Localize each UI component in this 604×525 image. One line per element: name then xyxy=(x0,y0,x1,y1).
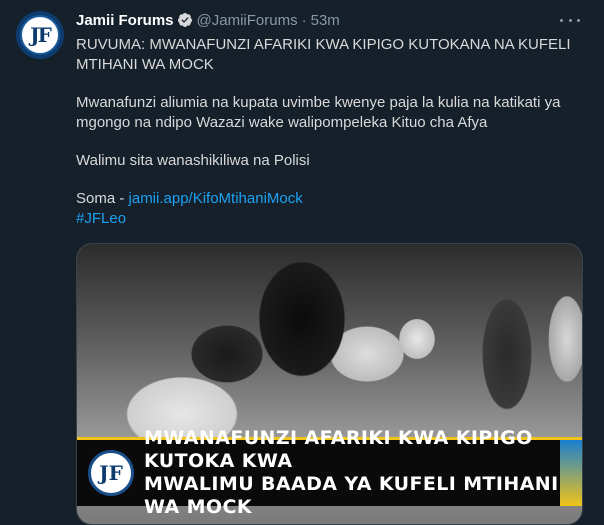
jamii-forums-logo: JF xyxy=(88,450,134,496)
tweet-paragraph: Mwanafunzi aliumia na kupata uvimbe kwen… xyxy=(76,94,561,131)
hashtag-link[interactable]: #JFLeo xyxy=(76,210,126,227)
user-handle[interactable]: @JamiiForums xyxy=(197,12,298,29)
read-label: Soma - xyxy=(76,190,129,207)
display-name[interactable]: Jamii Forums xyxy=(76,12,174,29)
more-options-icon[interactable] xyxy=(560,12,580,28)
headline-banner: JF MWANAFUNZI AFARIKI KWA KIPIGO KUTOKA … xyxy=(77,427,582,518)
article-link[interactable]: jamii.app/KifoMtihaniMock xyxy=(129,190,303,207)
tweet-text: RUVUMA: MWANAFUNZI AFARIKI KWA KIPIGO KU… xyxy=(76,35,586,229)
tweet[interactable]: JF Jamii Forums @JamiiForums · 53m RUVUM… xyxy=(0,0,604,525)
avatar-logo: JF xyxy=(20,15,60,55)
banner-headline: MWANAFUNZI AFARIKI KWA KIPIGO KUTOKA KWA… xyxy=(144,427,582,519)
avatar[interactable]: JF xyxy=(16,11,64,59)
tweet-media-image[interactable]: JF MWANAFUNZI AFARIKI KWA KIPIGO KUTOKA … xyxy=(76,243,583,525)
tweet-header: Jamii Forums @JamiiForums · 53m xyxy=(76,10,340,30)
verified-badge-icon xyxy=(177,12,193,28)
banner-line: MWANAFUNZI AFARIKI KWA KIPIGO KUTOKA KWA xyxy=(144,427,533,472)
read-more-line: Soma - jamii.app/KifoMtihaniMock xyxy=(76,189,586,209)
timestamp[interactable]: 53m xyxy=(311,12,340,29)
banner-stripe xyxy=(560,440,582,506)
separator-dot: · xyxy=(301,11,307,29)
tweet-title: RUVUMA: MWANAFUNZI AFARIKI KWA KIPIGO KU… xyxy=(76,36,571,73)
tweet-paragraph: Walimu sita wanashikiliwa na Polisi xyxy=(76,152,310,169)
banner-line: MWALIMU BAADA YA KUFELI MTIHANI WA MOCK xyxy=(144,473,559,518)
